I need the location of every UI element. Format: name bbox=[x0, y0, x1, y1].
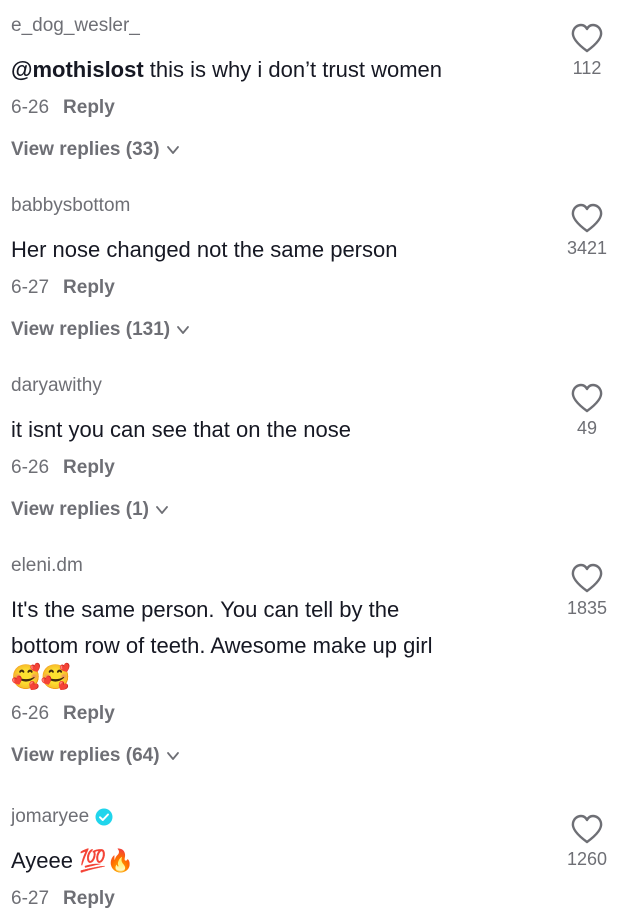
comment-body: e_dog_wesler_ @mothislost this is why i … bbox=[11, 14, 551, 162]
reply-button[interactable]: Reply bbox=[63, 96, 115, 120]
chevron-down-icon bbox=[166, 752, 179, 760]
reply-button[interactable]: Reply bbox=[63, 887, 115, 911]
comment-username[interactable]: daryawithy bbox=[11, 374, 551, 398]
like-count: 49 bbox=[576, 418, 598, 438]
comment-body: babbysbottom Her nose changed not the sa… bbox=[11, 194, 551, 342]
view-replies-button[interactable]: View replies (64) bbox=[11, 744, 551, 768]
like-count: 1260 bbox=[566, 849, 608, 869]
comment-username[interactable]: jomaryee bbox=[11, 805, 551, 829]
comment-text: @mothislost this is why i don’t trust wo… bbox=[11, 57, 443, 82]
comment-date: 6-27 bbox=[11, 888, 50, 909]
comment-meta: 6-26 Reply bbox=[11, 96, 551, 120]
comment-username[interactable]: eleni.dm bbox=[11, 554, 551, 578]
chevron-down-icon bbox=[156, 506, 168, 514]
like-group: 112 bbox=[557, 22, 617, 79]
comment-username[interactable]: e_dog_wesler_ bbox=[11, 14, 551, 38]
like-group: 1835 bbox=[557, 562, 617, 619]
comment-text-line: It's the same person. You can tell by th… bbox=[11, 597, 400, 622]
like-group: 49 bbox=[557, 382, 617, 439]
comment-meta: 6-26 Reply bbox=[11, 702, 551, 726]
comment-emoji: 🥰🥰 bbox=[11, 664, 71, 691]
view-replies-button[interactable]: View replies (1) bbox=[11, 498, 551, 522]
comment-meta: 6-27 Reply bbox=[11, 276, 551, 300]
view-replies-button[interactable]: View replies (131) bbox=[11, 318, 551, 342]
like-count: 112 bbox=[572, 58, 602, 78]
comment-text: Her nose changed not the same person bbox=[11, 237, 398, 262]
heart-outline-icon[interactable] bbox=[570, 813, 604, 845]
verified-badge-icon bbox=[95, 808, 113, 826]
like-group: 3421 bbox=[557, 202, 617, 259]
comment-text: it isnt you can see that on the nose bbox=[11, 417, 352, 442]
comment-text: Ayeee 💯🔥 bbox=[11, 848, 134, 873]
comment-body: eleni.dm It's the same person. You can t… bbox=[11, 554, 551, 768]
mention-link[interactable]: @mothislost bbox=[11, 57, 144, 82]
comment-username[interactable]: babbysbottom bbox=[11, 194, 551, 218]
comment-body: jomaryee Ayeee 💯🔥 6-27 Reply bbox=[11, 805, 551, 911]
heart-outline-icon[interactable] bbox=[570, 562, 604, 594]
reply-button[interactable]: Reply bbox=[63, 456, 115, 480]
heart-outline-icon[interactable] bbox=[570, 202, 604, 234]
heart-outline-icon[interactable] bbox=[570, 22, 604, 54]
comment-text-line: bottom row of teeth. Awesome make up gir… bbox=[11, 633, 433, 658]
reply-button[interactable]: Reply bbox=[63, 276, 115, 300]
like-count: 1835 bbox=[566, 598, 608, 618]
heart-outline-icon[interactable] bbox=[570, 382, 604, 414]
reply-button[interactable]: Reply bbox=[63, 702, 115, 726]
comment-body: daryawithy it isnt you can see that on t… bbox=[11, 374, 551, 522]
comment-meta: 6-27 Reply bbox=[11, 887, 551, 911]
view-replies-button[interactable]: View replies (33) bbox=[11, 138, 551, 162]
comment-text: It's the same person. You can tell by th… bbox=[11, 592, 551, 692]
like-count: 3421 bbox=[566, 238, 608, 258]
comment-meta: 6-26 Reply bbox=[11, 456, 551, 480]
comment-date: 6-26 bbox=[11, 457, 50, 478]
comment-date: 6-26 bbox=[11, 703, 50, 724]
chevron-down-icon bbox=[177, 326, 190, 334]
comment-date: 6-27 bbox=[11, 277, 50, 298]
like-group: 1260 bbox=[557, 813, 617, 870]
comment-date: 6-26 bbox=[11, 97, 50, 118]
comment-list: e_dog_wesler_ @mothislost this is why i … bbox=[0, 0, 633, 924]
chevron-down-icon bbox=[166, 146, 179, 154]
